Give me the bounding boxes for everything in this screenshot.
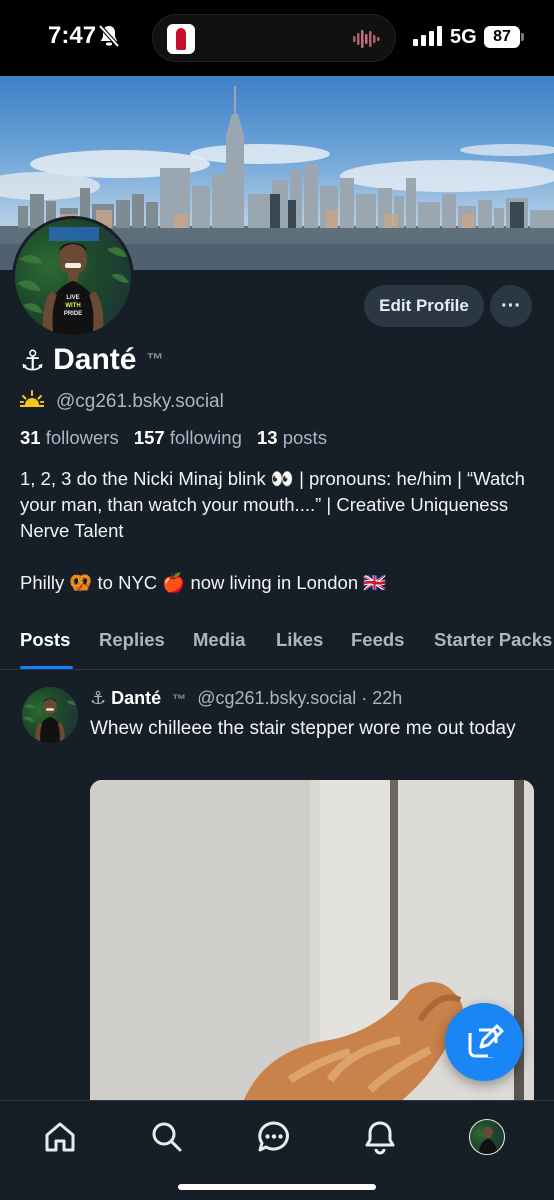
profile-handle[interactable]: @cg261.bsky.social [56, 391, 224, 413]
status-bar: 7:47 5G 87 [0, 0, 554, 76]
audio-waveform-icon [353, 30, 380, 48]
bell-icon[interactable] [362, 1119, 398, 1155]
followers-link[interactable]: 31 followers [20, 427, 129, 448]
bell-off-icon [98, 24, 120, 53]
svg-text:PRIDE: PRIDE [64, 311, 82, 317]
post-author-name[interactable]: Danté [111, 688, 161, 708]
post-author-tm: ™ [172, 691, 187, 707]
more-options-button[interactable]: ··· [490, 285, 532, 327]
svg-text:WITH: WITH [65, 303, 80, 309]
avatar-photo: LIVE WITH PRIDE [15, 219, 131, 335]
post-author-anchor: ⚓ [90, 688, 107, 708]
tab-starter-packs[interactable]: Starter Packs [434, 629, 552, 651]
handle-row: @cg261.bsky.social [19, 390, 224, 414]
display-name: ⚓ Danté ™ [20, 343, 163, 377]
display-name-text: Danté [53, 343, 137, 376]
home-indicator[interactable] [178, 1184, 376, 1190]
search-icon[interactable] [149, 1119, 185, 1155]
post-header: ⚓ Danté ™ @cg261.bsky.social · 22h [90, 688, 402, 709]
network-type: 5G [450, 26, 477, 48]
svg-text:LIVE: LIVE [66, 295, 79, 301]
edit-profile-button[interactable]: Edit Profile [364, 285, 484, 327]
post-author-avatar[interactable] [22, 687, 78, 743]
battery-indicator: 87 [484, 26, 524, 48]
post-author-handle[interactable]: @cg261.bsky.social [197, 688, 356, 708]
home-icon[interactable] [42, 1119, 78, 1155]
cellular-signal-icon [413, 26, 442, 46]
bio-text: 1, 2, 3 do the Nicki Minaj blink 👀 | pro… [20, 468, 525, 541]
now-playing-app-icon [167, 24, 195, 54]
compose-icon [465, 1023, 504, 1058]
post-timestamp[interactable]: 22h [372, 688, 402, 708]
posts-count: 13 posts [257, 427, 327, 448]
profile-avatar-large[interactable]: LIVE WITH PRIDE [12, 216, 134, 338]
bio-location: Philly 🥨 to NYC 🍎 now living in London 🇬… [20, 572, 387, 593]
profile-tabs: Posts Replies Media Likes Feeds Starter … [0, 616, 554, 670]
active-tab-indicator [20, 666, 73, 669]
chat-icon[interactable] [256, 1119, 292, 1155]
tab-likes[interactable]: Likes [276, 629, 323, 651]
profile-avatar-nav[interactable] [469, 1119, 505, 1155]
tab-feeds[interactable]: Feeds [351, 629, 404, 651]
sunrise-icon [19, 390, 45, 414]
compose-post-button[interactable] [445, 1003, 523, 1081]
tab-posts[interactable]: Posts [20, 629, 70, 651]
tab-media[interactable]: Media [193, 629, 245, 651]
post-separator: · [361, 688, 368, 708]
profile-bio: 1, 2, 3 do the Nicki Minaj blink 👀 | pro… [20, 466, 540, 596]
profile-stats: 31 followers 157 following 13 posts [20, 427, 327, 449]
trademark-symbol: ™ [146, 350, 164, 369]
tab-replies[interactable]: Replies [99, 629, 165, 651]
post-text: Whew chilleee the stair stepper wore me … [90, 718, 516, 739]
anchor-emoji: ⚓ [20, 344, 46, 376]
dynamic-island[interactable] [152, 14, 396, 62]
following-link[interactable]: 157 following [134, 427, 252, 448]
status-time: 7:47 [48, 22, 97, 49]
